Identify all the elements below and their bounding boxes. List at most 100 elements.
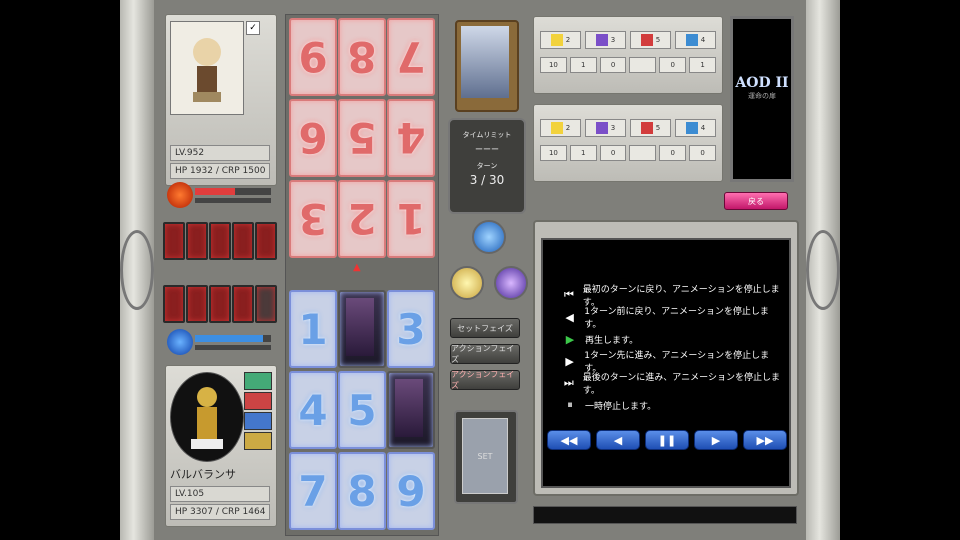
replay-screen: ⏮ 最初のターンに戻り、アニメーションを停止します。 ◀ 1ターン前に戻り、アニメーシ… — [541, 238, 791, 488]
help-text: 1ターン前に戻り、アニメーションを停止します。 — [584, 307, 769, 330]
water-element-icon[interactable] — [472, 220, 506, 254]
player-name: バルバランサ — [170, 468, 236, 481]
count-stat: 0 — [659, 57, 687, 73]
player-card[interactable]: 9 — [387, 452, 435, 530]
opponent-hp: HP 1932 / CRP 1500 — [170, 163, 270, 179]
player-board: 1 3 45789 — [289, 290, 435, 530]
action-phase-active-button[interactable]: アクションフェイズ — [450, 370, 520, 390]
element-stat: 3 — [585, 119, 626, 137]
count-value: 0 — [700, 149, 705, 157]
last-turn-button[interactable]: ▶▶ — [743, 430, 787, 450]
monster-art-icon — [395, 379, 423, 437]
featured-card[interactable] — [455, 20, 519, 112]
player-card[interactable] — [387, 371, 435, 449]
set-slot[interactable]: SET — [454, 410, 518, 504]
light-element-icon[interactable] — [450, 266, 484, 300]
opponent-card[interactable]: 8 — [338, 18, 386, 96]
element-value: 2 — [565, 36, 571, 44]
opponent-card[interactable]: 5 — [338, 99, 386, 177]
player-level: LV.105 — [170, 486, 270, 502]
count-value: 0 — [670, 61, 675, 69]
return-button[interactable]: 戻る — [724, 192, 788, 210]
player-gauge — [165, 327, 275, 357]
turn-label: ターン — [476, 162, 498, 170]
card-number: 1 — [396, 194, 426, 244]
player-hp: HP 3307 / CRP 1464 — [170, 504, 270, 520]
card-number: 4 — [298, 385, 328, 435]
count-stat: 1 — [569, 57, 597, 73]
opponent-portrait — [170, 21, 244, 115]
message-bar — [533, 506, 797, 524]
monster-art-icon — [346, 298, 374, 356]
hand-card[interactable] — [163, 285, 185, 323]
card-number: 7 — [396, 32, 426, 82]
pause-button[interactable]: ❚❚ — [645, 430, 689, 450]
card-number: 3 — [298, 194, 328, 244]
help-line: ⏸ 一時停止します。 — [555, 394, 781, 416]
count-stat: 10 — [540, 57, 567, 73]
player-stats: 2 3 5 4 10 1 0 0 0 — [533, 104, 723, 182]
dark-element-icon[interactable] — [494, 266, 528, 300]
player-card[interactable]: 1 — [289, 290, 337, 368]
hand-card[interactable] — [255, 285, 277, 323]
player-card[interactable]: 5 — [338, 371, 386, 449]
help-text: 一時停止します。 — [585, 401, 657, 412]
opponent-card[interactable]: 3 — [289, 180, 337, 258]
control-glyph-icon: ⏭ — [563, 376, 574, 389]
player-card[interactable]: 3 — [387, 290, 435, 368]
logo-text: AOD II — [735, 75, 789, 91]
element-icon — [640, 34, 653, 46]
opponent-card[interactable]: 7 — [387, 18, 435, 96]
first-turn-button[interactable]: ◀◀ — [547, 430, 591, 450]
hand-card[interactable] — [209, 285, 231, 323]
set-phase-button[interactable]: セットフェイズ — [450, 318, 520, 338]
player-card[interactable]: 8 — [338, 452, 386, 530]
control-glyph-icon: ▶ — [565, 354, 574, 368]
opponent-card[interactable]: 4 — [387, 99, 435, 177]
gold-hero-icon — [191, 387, 223, 449]
player-portrait — [170, 372, 244, 462]
element-icon — [685, 122, 698, 134]
element-value: 3 — [610, 124, 616, 132]
count-value: 1 — [581, 149, 586, 157]
player-card[interactable]: 7 — [289, 452, 337, 530]
prev-turn-button[interactable]: ◀ — [596, 430, 640, 450]
opponent-card[interactable]: 2 — [338, 180, 386, 258]
time-limit-label: タイムリミット — [462, 131, 512, 139]
card-number: 1 — [298, 304, 328, 354]
opponent-hp-bar — [195, 188, 271, 195]
set-slot-label: SET — [462, 418, 508, 494]
element-icon — [595, 34, 608, 46]
opponent-stats: 2 3 5 4 10 1 0 0 1 — [533, 16, 723, 94]
card-number: 8 — [347, 32, 377, 82]
help-text: 再生します。 — [585, 335, 639, 346]
player-hand — [163, 285, 277, 325]
player-hp-bar — [195, 335, 271, 342]
opponent-board: 987 654 321 — [289, 18, 435, 258]
player-card[interactable] — [338, 290, 386, 368]
opponent-hand — [163, 222, 277, 262]
element-value: 5 — [655, 124, 661, 132]
right-ornament — [806, 230, 840, 310]
action-phase-button[interactable]: アクションフェイズ — [450, 344, 520, 364]
hand-card[interactable] — [186, 285, 208, 323]
next-turn-button[interactable]: ▶ — [694, 430, 738, 450]
count-value: 10 — [548, 61, 558, 69]
opponent-card[interactable]: 1 — [387, 180, 435, 258]
card-number: 9 — [298, 32, 328, 82]
fire-orb-icon — [167, 182, 193, 208]
opponent-card[interactable]: 9 — [289, 18, 337, 96]
time-limit-value: ーーー — [475, 145, 499, 154]
hand-card[interactable] — [232, 285, 254, 323]
element-value: 2 — [565, 124, 571, 132]
control-glyph-icon: ⏸ — [567, 398, 573, 411]
count-stat — [629, 57, 657, 73]
count-stat: 0 — [689, 145, 716, 161]
player-card[interactable]: 4 — [289, 371, 337, 449]
help-list: ⏮ 最初のターンに戻り、アニメーションを停止します。 ◀ 1ターン前に戻り、アニメーシ… — [555, 284, 781, 416]
checkbox-icon[interactable]: ✓ — [246, 21, 260, 35]
opponent-card[interactable]: 6 — [289, 99, 337, 177]
element-icon — [640, 122, 653, 134]
logo-subtitle: 運命の扉 — [748, 92, 776, 100]
card-number: 5 — [347, 113, 377, 163]
